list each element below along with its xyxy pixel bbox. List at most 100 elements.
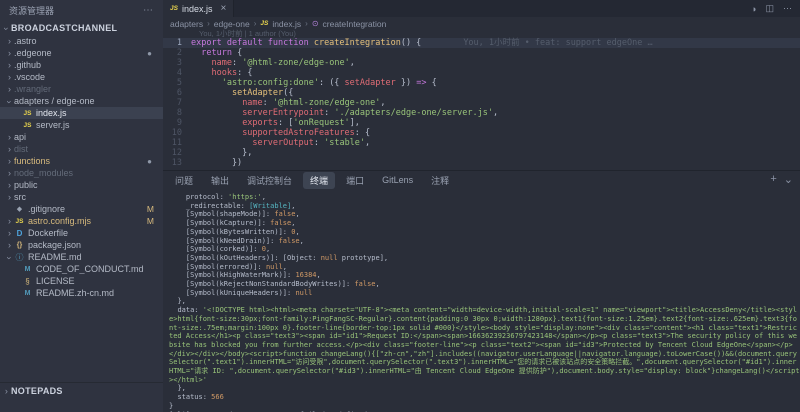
tree-item-functions[interactable]: ›functions● — [0, 155, 163, 167]
tree-item-label: Dockerfile — [28, 228, 68, 238]
tree-item-dockerfile[interactable]: ›DDockerfile — [0, 227, 163, 239]
token: , — [380, 98, 385, 108]
close-icon[interactable]: × — [220, 3, 226, 14]
code-line[interactable]: 10 supportedAstroFeatures: { — [163, 128, 800, 138]
terminal-line: [Symbol(kNeedDrain)]: false, — [169, 237, 800, 246]
token: , — [266, 245, 270, 253]
panel-tab-问题[interactable]: 问题 — [168, 172, 200, 189]
tree-item-package.json[interactable]: ›{}package.json — [0, 239, 163, 251]
code-line[interactable]: 13 }) — [163, 158, 800, 168]
gitlens-blame-icon[interactable]: ◑ — [751, 4, 756, 14]
code-line[interactable]: 1export default function createIntegrati… — [163, 38, 800, 48]
sidebar-section-broadcastchannel[interactable]: › BROADCASTCHANNEL — [0, 20, 163, 35]
tree-item-.gitignore[interactable]: ›◆.gitignoreM — [0, 203, 163, 215]
tree-item-node-modules[interactable]: ›node_modules — [0, 167, 163, 179]
chevron-right-icon: › — [207, 19, 210, 28]
tree-item-label: .astro — [14, 36, 37, 46]
token: [Symbol(corked)]: — [169, 245, 262, 253]
tree-item-label: LICENSE — [36, 276, 75, 286]
tree-item-src[interactable]: ›src — [0, 191, 163, 203]
split-editor-icon[interactable]: ◫ — [765, 3, 774, 14]
chevron-right-icon: › — [5, 144, 14, 154]
code-line[interactable]: 7 name: '@html-zone/edge-one', — [163, 98, 800, 108]
tree-item-label: README.zh-cn.md — [36, 288, 114, 298]
more-actions-icon[interactable]: ⋯ — [143, 5, 153, 16]
bottom-panel: 问题输出调试控制台终端端口 GitLens 注释 + ⌄ protocol: 'ht… — [163, 170, 800, 412]
tree-item-readme.zh-cn.md[interactable]: ›MREADME.zh-cn.md — [0, 287, 163, 299]
code-line[interactable]: 6 setAdapter({ — [163, 88, 800, 98]
chevron-down-icon: › — [2, 24, 12, 33]
explorer-sidebar: 资源管理器 ⋯ › BROADCASTCHANNEL ›.astro›.edge… — [0, 0, 163, 412]
tree-item-.edgeone[interactable]: ›.edgeone● — [0, 47, 163, 59]
token: : { — [355, 128, 370, 138]
panel-tab-终端[interactable]: 终端 — [303, 172, 335, 189]
chevron-right-icon: › — [5, 132, 14, 142]
code-line[interactable]: 3 name: '@html-zone/edge-one', — [163, 58, 800, 68]
chevron-down-icon[interactable]: ⌄ — [784, 173, 793, 186]
code-line[interactable]: 9 exports: ['onRequest'], — [163, 118, 800, 128]
tree-item-api[interactable]: ›api — [0, 131, 163, 143]
tree-item-.astro[interactable]: ›.astro — [0, 35, 163, 47]
tree-item-readme.md[interactable]: ›ⓘREADME.md — [0, 251, 163, 263]
tree-item-label: .github — [14, 60, 41, 70]
token: , — [317, 271, 321, 279]
tree-item-adapters-edge-one[interactable]: ›adapters / edge-one — [0, 95, 163, 107]
token: '@html-zone/edge-one' — [273, 98, 380, 108]
token: exports — [242, 118, 278, 128]
token: { — [426, 78, 436, 88]
tree-item-label: .edgeone — [14, 48, 52, 58]
terminal-line: }, — [169, 384, 800, 393]
tree-item-label: dist — [14, 144, 28, 154]
token: () { — [401, 38, 421, 48]
tree-item-code-of-conduct.md[interactable]: ›MCODE_OF_CONDUCT.md — [0, 263, 163, 275]
tree-item-.vscode[interactable]: ›.vscode — [0, 71, 163, 83]
tree-item-.wrangler[interactable]: ›.wrangler — [0, 83, 163, 95]
tree-item-license[interactable]: ›§LICENSE — [0, 275, 163, 287]
code-line[interactable]: 4 hooks: { — [163, 68, 800, 78]
tree-item-label: astro.config.mjs — [28, 216, 91, 226]
tree-item-server.js[interactable]: ›JSserver.js — [0, 119, 163, 131]
panel-tab-注释[interactable]: 注释 — [424, 172, 456, 189]
panel-tab-端口[interactable]: 端口 — [339, 172, 371, 189]
code-line[interactable]: 5 'astro:config:done': ({ setAdapter }) … — [163, 78, 800, 88]
tree-item-public[interactable]: ›public — [0, 179, 163, 191]
chevron-right-icon: › — [5, 192, 14, 202]
new-terminal-icon[interactable]: + — [770, 173, 776, 186]
tree-item-astro.config.mjs[interactable]: ›JSastro.config.mjsM — [0, 215, 163, 227]
code-line[interactable]: 2 return { — [163, 48, 800, 58]
breadcrumb-createintegration[interactable]: createIntegration — [323, 19, 387, 29]
js-file-icon: JS — [260, 20, 268, 27]
token: hooks — [211, 68, 237, 78]
token: supportedAstroFeatures — [242, 128, 355, 138]
breadcrumb-adapters[interactable]: adapters — [170, 19, 203, 29]
token: 566 — [211, 393, 224, 401]
tree-item-index.js[interactable]: ›JSindex.js — [0, 107, 163, 119]
git-modified-badge: M — [147, 204, 154, 214]
terminal-line: [Symbol(kCapture)]: false, — [169, 219, 800, 228]
breadcrumb-edge-one[interactable]: edge-one — [214, 19, 250, 29]
tree-item-.github[interactable]: ›.github — [0, 59, 163, 71]
chevron-right-icon: › — [305, 19, 308, 28]
token — [191, 88, 232, 98]
token: [Symbol(kBytesWritten)]: — [169, 228, 291, 236]
panel-tab-输出[interactable]: 输出 — [204, 172, 236, 189]
more-actions-icon[interactable]: ⋯ — [783, 3, 792, 14]
code-line[interactable]: 11 serverOutput: 'stable', — [163, 138, 800, 148]
tab-label: index.js — [182, 4, 213, 14]
breadcrumb-index-js[interactable]: index.js — [272, 19, 301, 29]
js-file-icon: JS — [14, 218, 25, 225]
code-line[interactable]: 8 serverEntrypoint: './adapters/edge-one… — [163, 108, 800, 118]
token — [191, 98, 242, 108]
codelens-blame[interactable]: You, 1小时前 | 1 author (You) — [163, 30, 800, 38]
token: , — [291, 202, 295, 210]
readme-file-icon: ⓘ — [14, 252, 25, 263]
code-line[interactable]: 12 }, — [163, 148, 800, 158]
panel-tab-调试控制台[interactable]: 调试控制台 — [240, 172, 299, 189]
sidebar-section-notepads[interactable]: › NOTEPADS — [0, 382, 163, 398]
tree-item-dist[interactable]: ›dist — [0, 143, 163, 155]
terminal-output[interactable]: protocol: 'https:', _redirectable: [Writ… — [163, 190, 800, 412]
token: _redirectable: — [169, 202, 249, 210]
tab-index-js[interactable]: JS index.js × — [163, 0, 234, 17]
code-editor[interactable]: You, 1小时前 | 1 author (You) 1export defau… — [163, 30, 800, 170]
panel-tab-GitLens[interactable]: GitLens — [375, 173, 420, 187]
